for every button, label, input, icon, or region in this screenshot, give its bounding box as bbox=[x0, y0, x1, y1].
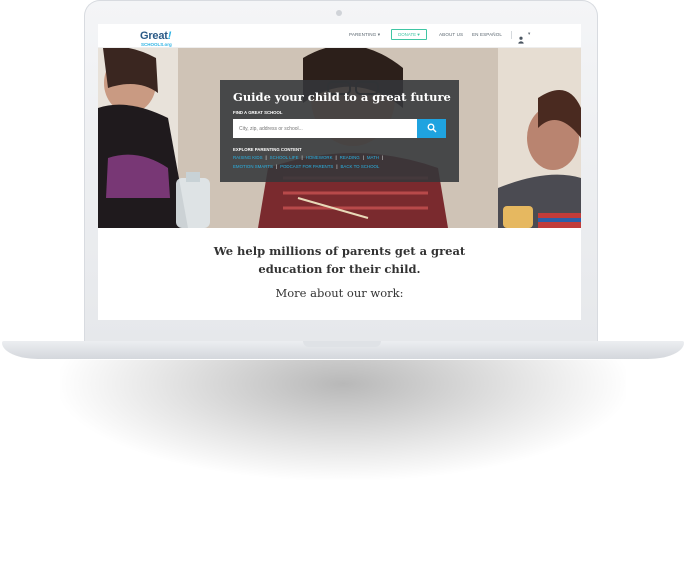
link-math[interactable]: MATH bbox=[367, 155, 379, 160]
link-separator: | bbox=[336, 163, 338, 169]
nav-parenting[interactable]: PARENTING ▾ bbox=[349, 32, 380, 38]
link-separator: | bbox=[275, 163, 278, 169]
logo[interactable]: Great! SCHOOLS.org bbox=[140, 27, 172, 48]
more-about-heading: More about our work: bbox=[275, 286, 404, 300]
parenting-links: RAISING KIDS | SCHOOL LIFE | HOMEWORK | READIN… bbox=[233, 154, 443, 171]
logo-main-text: Great bbox=[140, 30, 168, 42]
find-school-label: FIND A GREAT SCHOOL bbox=[233, 110, 283, 115]
camera bbox=[336, 10, 342, 16]
laptop-shadow bbox=[60, 360, 626, 480]
explore-label: EXPLORE PARENTING CONTENT bbox=[233, 147, 302, 152]
laptop-notch bbox=[303, 341, 381, 347]
link-emotion-smarts[interactable]: EMOTION SMARTS bbox=[233, 164, 273, 169]
link-separator: | bbox=[381, 155, 384, 160]
search-icon bbox=[427, 123, 436, 133]
logo-bang: ! bbox=[167, 30, 172, 42]
donate-button[interactable]: DONATE ♥ bbox=[391, 29, 427, 40]
laptop-screen: Great! SCHOOLS.org PARENTING ▾ DONATE ♥ … bbox=[98, 24, 581, 320]
link-school-life[interactable]: SCHOOL LIFE bbox=[270, 155, 299, 160]
user-menu[interactable]: ▾ bbox=[518, 31, 534, 49]
hero-title: Guide your child to a great future bbox=[233, 90, 451, 104]
link-back-to-school[interactable]: BACK TO SCHOOL bbox=[340, 164, 379, 169]
search-button[interactable] bbox=[417, 119, 446, 138]
link-homework[interactable]: HOMEWORK bbox=[306, 155, 333, 160]
link-separator: | bbox=[335, 155, 337, 160]
school-search-input[interactable] bbox=[233, 119, 417, 138]
tagline-line-1: We help millions of parents get a great bbox=[213, 244, 466, 258]
link-separator: | bbox=[362, 155, 364, 160]
link-separator: | bbox=[265, 155, 267, 160]
tagline: We help millions of parents get a great … bbox=[98, 242, 581, 278]
user-caret: ▾ bbox=[528, 31, 531, 36]
tagline-line-2: education for their child. bbox=[258, 262, 421, 276]
hero-banner: Guide your child to a great future FIND … bbox=[98, 48, 581, 228]
user-icon bbox=[518, 36, 524, 44]
link-raising-kids[interactable]: RAISING KIDS bbox=[233, 155, 263, 160]
logo-sub-text: SCHOOLS.org bbox=[141, 42, 172, 47]
link-reading[interactable]: READING bbox=[340, 155, 360, 160]
search-overlay: Guide your child to a great future FIND … bbox=[220, 80, 459, 182]
link-podcast[interactable]: PODCAST FOR PARENTS bbox=[280, 164, 333, 169]
nav-about-us[interactable]: ABOUT US bbox=[439, 32, 463, 37]
nav-en-espanol[interactable]: EN ESPAÑOL bbox=[472, 32, 502, 37]
nav-divider bbox=[511, 31, 512, 39]
link-separator: | bbox=[301, 155, 303, 160]
navbar: Great! SCHOOLS.org PARENTING ▾ DONATE ♥ … bbox=[98, 24, 581, 48]
